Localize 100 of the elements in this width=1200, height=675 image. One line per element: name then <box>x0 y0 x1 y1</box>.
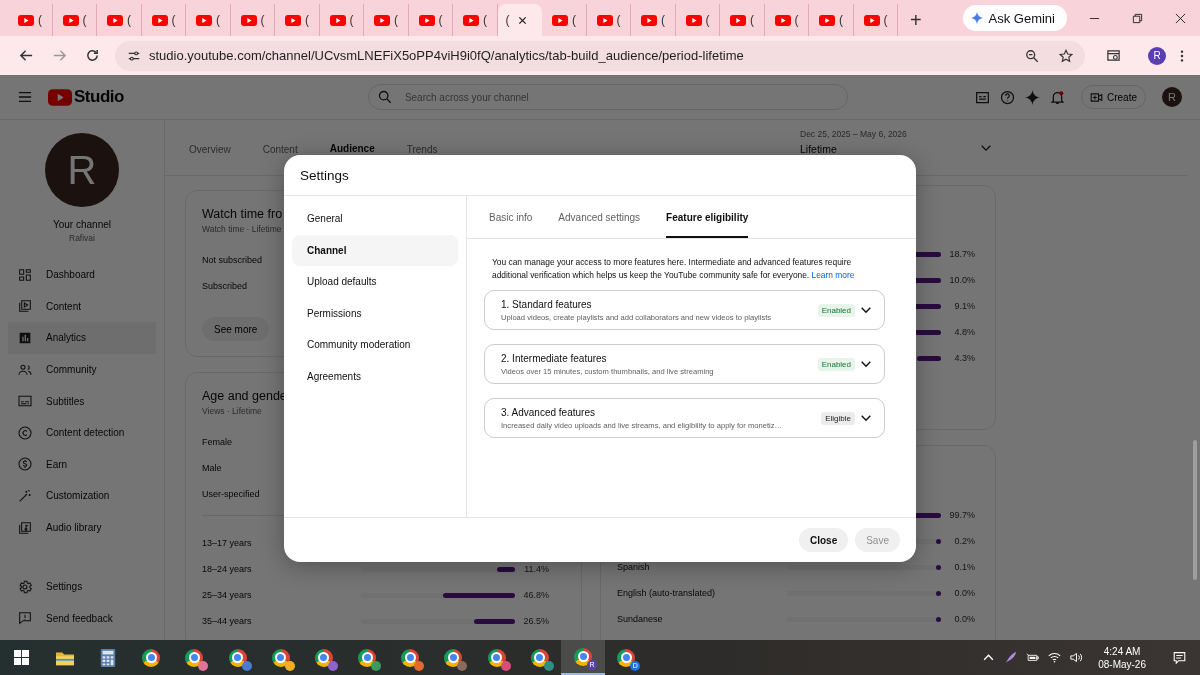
play-logo-icon <box>240 14 257 26</box>
row-label: Spanish <box>617 562 650 572</box>
sparkle-icon <box>970 12 983 24</box>
star-icon[interactable] <box>1059 48 1073 63</box>
create-button[interactable]: Create <box>1081 85 1146 109</box>
settings-nav-item[interactable]: Upload defaults <box>292 266 458 298</box>
settings-icon <box>17 578 33 595</box>
play-logo-icon <box>774 14 791 26</box>
sidebar-item[interactable]: Settings <box>0 570 156 603</box>
period-label[interactable]: Lifetime <box>800 143 920 155</box>
ask-gemini-button[interactable]: Ask Gemini <box>962 5 1067 31</box>
play-logo-icon <box>685 14 702 26</box>
battery-icon[interactable] <box>1026 651 1040 664</box>
play-logo-icon <box>552 14 568 26</box>
dollar-icon <box>17 456 33 473</box>
channel-avatar[interactable]: R <box>45 133 119 207</box>
music-library-icon <box>17 519 33 536</box>
row-value: 4.8% <box>953 327 975 337</box>
settings-nav-item[interactable]: Channel <box>292 234 458 266</box>
play-logo-icon <box>62 14 79 26</box>
feature-title: 1. Standard features <box>501 298 593 310</box>
windows-start-icon[interactable] <box>14 650 30 665</box>
row-label: English (auto-translated) <box>617 588 716 598</box>
row-label: 35–44 years <box>202 616 252 626</box>
back-icon[interactable] <box>19 48 34 63</box>
sidebar-item[interactable]: Analytics <box>8 322 156 354</box>
play-logo-icon <box>18 14 34 26</box>
row-label: Female <box>202 437 232 447</box>
profile-avatar[interactable]: R <box>1148 46 1166 65</box>
menu-icon[interactable] <box>1180 48 1184 63</box>
feature-title: 2. Intermediate features <box>501 352 608 364</box>
settings-nav-item[interactable]: Agreements <box>292 360 458 392</box>
play-logo-icon <box>374 14 390 26</box>
description-text: You can manage your access to more features here. Intermediate and advanced features require additional verification which helps us keep the YouTube community safe for everyone. Learn more <box>491 256 856 282</box>
logo-text[interactable]: Studio <box>74 87 124 107</box>
wifi-icon[interactable] <box>1048 651 1062 664</box>
feather-icon[interactable] <box>1004 651 1018 664</box>
close-icon[interactable] <box>517 15 527 25</box>
tab-search-icon[interactable] <box>1106 48 1121 63</box>
card-subtitle: Watch time · Lifetime <box>202 223 282 235</box>
play-logo-icon <box>730 14 746 26</box>
play-logo-icon <box>329 14 346 26</box>
address-bar[interactable]: studio.youtube.com/channel/UCvsmLNEFiX5oPP4viH9i0fQ/analytics/tab-build_audience/period-lifetime <box>115 40 1085 71</box>
settings-tab[interactable]: Basic info <box>489 196 533 238</box>
dialog-button[interactable]: Close <box>798 528 849 552</box>
sidebar-item[interactable]: Dashboard <box>0 259 156 291</box>
see-more-button[interactable]: See more <box>202 317 270 341</box>
site-settings-icon[interactable] <box>127 48 141 63</box>
url-text: studio.youtube.com/channel/UCvsmLNEFiX5oPP4viH9i0fQ/analytics/tab-build_audience/period-lifetime <box>149 48 745 63</box>
sidebar-item[interactable]: Audio library <box>0 511 156 544</box>
row-value: 0.2% <box>953 536 975 546</box>
settings-nav-item[interactable]: Community moderation <box>292 329 458 361</box>
help-icon[interactable] <box>1000 89 1015 105</box>
search-icon <box>377 90 392 104</box>
settings-tab[interactable]: Feature eligibility <box>666 196 749 238</box>
status-badge: Eligible <box>821 411 855 425</box>
channel-title: Your channel <box>53 219 111 230</box>
restore-icon[interactable] <box>1132 12 1143 24</box>
sidebar-item[interactable]: Customization <box>0 480 156 512</box>
close-icon[interactable] <box>1175 12 1186 24</box>
add-video-icon <box>1090 90 1103 104</box>
play-logo-icon[interactable] <box>48 88 72 106</box>
sidebar-item[interactable]: Earn <box>0 448 156 481</box>
bar-chart-icon <box>17 330 33 346</box>
captions-icon[interactable] <box>975 89 990 105</box>
row-label: Subscribed <box>202 281 248 291</box>
grid-icon <box>17 266 33 283</box>
status-badge: Enabled <box>817 303 855 317</box>
reload-icon[interactable] <box>85 48 100 63</box>
new-tab-button[interactable]: + <box>904 8 928 32</box>
card-subtitle: Views · Lifetime <box>202 405 262 417</box>
search-field[interactable]: Search across your channel <box>367 84 848 110</box>
row-value: 0.0% <box>953 588 975 598</box>
row-value: 46.8% <box>522 590 549 600</box>
row-label: 13–17 years <box>202 538 252 548</box>
sidebar-item[interactable]: Subtitles <box>0 385 156 417</box>
learn-more-link[interactable]: Learn more <box>811 270 855 280</box>
sidebar-item[interactable]: Send feedback <box>0 602 156 634</box>
calculator-icon <box>98 648 117 667</box>
copyright-icon <box>17 424 33 441</box>
sidebar-item[interactable]: Content detection <box>0 416 156 449</box>
browser-icon <box>142 648 161 667</box>
card-title: Watch time fro <box>202 207 283 221</box>
play-logo-icon <box>641 14 657 26</box>
video-library-icon <box>17 298 33 315</box>
play-logo-icon <box>463 14 479 26</box>
sparkle-icon[interactable] <box>1025 89 1040 105</box>
browser-tab[interactable]: ( <box>497 4 542 36</box>
zoom-out-icon[interactable] <box>1025 48 1039 63</box>
row-label: 25–34 years <box>202 590 252 600</box>
settings-nav-item[interactable]: Permissions <box>292 297 458 329</box>
clock-time[interactable]: 4:24 AM <box>1103 644 1141 658</box>
feature-title: 3. Advanced features <box>501 406 596 418</box>
notifications-icon[interactable] <box>1173 651 1186 664</box>
settings-tab[interactable]: Advanced settings <box>558 196 641 238</box>
account-avatar[interactable]: R <box>1162 87 1182 107</box>
volume-icon[interactable] <box>1070 651 1084 664</box>
clock-date[interactable]: 08-May-26 <box>1098 657 1146 671</box>
settings-nav-item[interactable]: General <box>292 203 458 235</box>
scrollbar-thumb[interactable] <box>1193 440 1197 580</box>
